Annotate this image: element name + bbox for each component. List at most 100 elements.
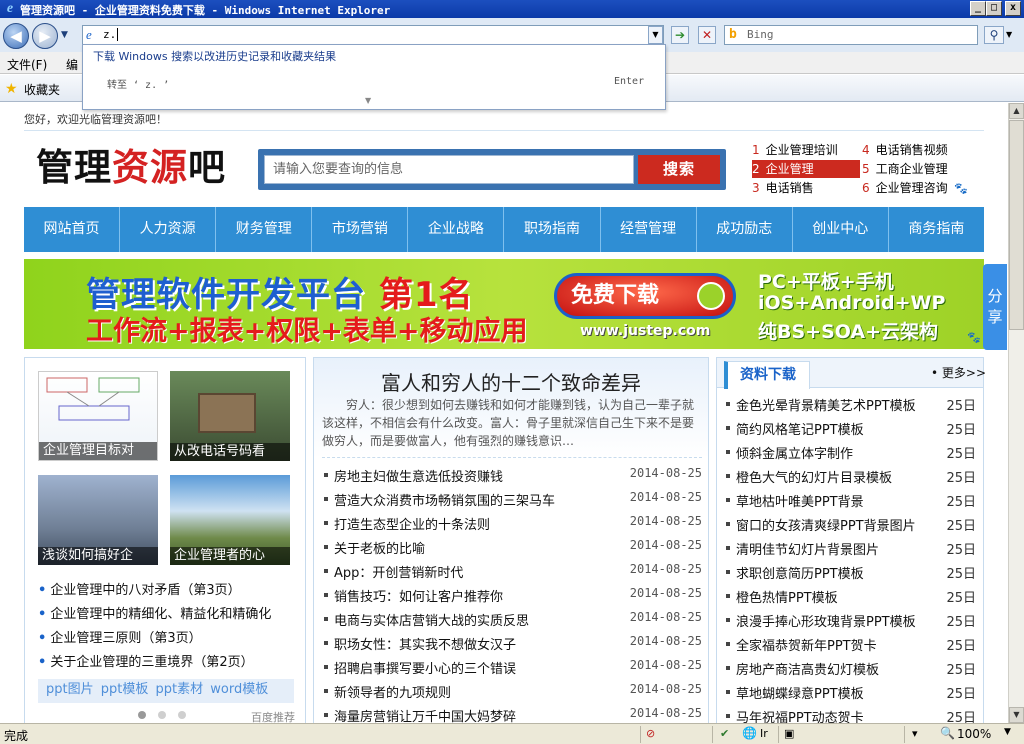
list-item[interactable]: • 关于企业管理的三重境界（第2页） bbox=[38, 651, 254, 670]
go-button[interactable]: ➔ bbox=[671, 26, 689, 44]
forward-button[interactable]: ▶ bbox=[32, 23, 58, 49]
hot-search-item[interactable]: 5 工商企业管理 bbox=[862, 160, 948, 178]
share-button[interactable]: 分享 bbox=[983, 264, 1007, 350]
article-row[interactable]: 销售技巧：如何让客户推荐你 2014-08-25 bbox=[322, 586, 702, 605]
feature-title[interactable]: 富人和穷人的十二个致命差异 bbox=[314, 367, 708, 396]
thumb-card[interactable]: 企业管理者的心 bbox=[170, 475, 290, 565]
zoom-options-icon[interactable]: ▾ bbox=[912, 727, 918, 740]
article-row[interactable]: 营造大众消费市场畅销氛围的三架马车 2014-08-25 bbox=[322, 490, 702, 509]
nav-operations[interactable]: 经营管理 bbox=[601, 207, 697, 252]
download-row[interactable]: 求职创意简历PPT模板 25日 bbox=[724, 563, 976, 582]
article-row[interactable]: 打造生态型企业的十条法则 2014-08-25 bbox=[322, 514, 702, 533]
site-search-button[interactable]: 搜索 bbox=[638, 155, 720, 184]
search-options-icon[interactable]: ▼ bbox=[1006, 30, 1012, 39]
article-row[interactable]: 电商与实体店营销大战的实质反思 2014-08-25 bbox=[322, 610, 702, 629]
more-link[interactable]: • 更多>> bbox=[931, 364, 986, 381]
site-logo[interactable]: 管理资源吧 bbox=[36, 146, 226, 190]
nav-strategy[interactable]: 企业战略 bbox=[408, 207, 505, 252]
nav-business[interactable]: 商务指南 bbox=[889, 207, 984, 252]
protected-mode-icon[interactable]: ▣ bbox=[784, 727, 794, 740]
download-row[interactable]: 金色光晕背景精美艺术PPT模板 25日 bbox=[724, 395, 976, 414]
favorites-star-icon[interactable]: ★ bbox=[5, 81, 18, 97]
nav-hr[interactable]: 人力资源 bbox=[120, 207, 217, 252]
tag-link[interactable]: ppt模板 bbox=[101, 682, 149, 697]
carousel-dot[interactable] bbox=[158, 711, 166, 719]
carousel-dot[interactable] bbox=[178, 711, 186, 719]
nav-marketing[interactable]: 市场营销 bbox=[312, 207, 409, 252]
download-row[interactable]: 橙色热情PPT模板 25日 bbox=[724, 587, 976, 606]
article-row[interactable]: App：开创营销新时代 2014-08-25 bbox=[322, 562, 702, 581]
download-row[interactable]: 房地产商洁高贵幻灯模板 25日 bbox=[724, 659, 976, 678]
nav-startup[interactable]: 创业中心 bbox=[793, 207, 889, 252]
nav-career[interactable]: 职场指南 bbox=[504, 207, 601, 252]
download-row[interactable]: 简约风格笔记PPT模板 25日 bbox=[724, 419, 976, 438]
search-box[interactable]: b Bing bbox=[724, 25, 978, 45]
banner-feature-2: iOS+Android+WP bbox=[758, 292, 946, 314]
thumb-card[interactable]: 浅谈如何搞好企 bbox=[38, 475, 158, 565]
popup-blocked-icon[interactable]: ⊘ bbox=[646, 727, 655, 740]
article-row[interactable]: 新领导者的九项规则 2014-08-25 bbox=[322, 682, 702, 701]
download-row[interactable]: 草地蝴蝶绿意PPT模板 25日 bbox=[724, 683, 976, 702]
download-row[interactable]: 全家福恭贺新年PPT贺卡 25日 bbox=[724, 635, 976, 654]
ad-banner[interactable]: 管理软件开发平台 第1名 工作流+报表+权限+表单+移动应用 免费下载 www.… bbox=[24, 259, 984, 349]
site-search-input[interactable]: 请输入您要查询的信息 bbox=[264, 155, 634, 184]
nav-finance[interactable]: 财务管理 bbox=[216, 207, 313, 252]
status-bar: 完成 ⊘ ✔ 🌐 Ir ▣ ▾ 🔍 100% ▼ bbox=[0, 723, 1024, 744]
search-button[interactable]: ⚲ bbox=[984, 26, 1004, 44]
tag-link[interactable]: word模板 bbox=[210, 682, 268, 697]
list-item[interactable]: • 企业管理三原则（第3页） bbox=[38, 627, 202, 646]
internet-zone-icon[interactable]: 🌐 bbox=[742, 726, 757, 740]
tag-link[interactable]: ppt图片 bbox=[46, 682, 94, 697]
scroll-thumb[interactable] bbox=[1009, 120, 1024, 330]
menu-file[interactable]: 文件(F) bbox=[7, 56, 47, 73]
scroll-up-icon[interactable]: ▲ bbox=[1009, 103, 1024, 119]
tag-link[interactable]: ppt素材 bbox=[156, 682, 204, 697]
nav-inspiration[interactable]: 成功励志 bbox=[697, 207, 793, 252]
article-row[interactable]: 招聘启事撰写要小心的三个错误 2014-08-25 bbox=[322, 658, 702, 677]
favorites-label[interactable]: 收藏夹 bbox=[24, 81, 60, 98]
hot-search-item[interactable]: 3 电话销售 bbox=[752, 179, 860, 197]
nav-home[interactable]: 网站首页 bbox=[24, 207, 121, 252]
tab-downloads[interactable]: 资料下载 bbox=[724, 361, 810, 389]
thumb-card[interactable]: 企业管理目标对 bbox=[38, 371, 158, 461]
minimize-button[interactable]: _ bbox=[970, 1, 986, 16]
article-row[interactable]: 房地主妇做生意选低投资赚钱 2014-08-25 bbox=[322, 466, 702, 485]
hot-search-item[interactable]: 6 企业管理咨询 bbox=[862, 179, 948, 197]
download-row[interactable]: 清明佳节幻灯片背景图片 25日 bbox=[724, 539, 976, 558]
hot-search-item[interactable]: 4 电话销售视频 bbox=[862, 141, 948, 159]
zoom-dropdown-icon[interactable]: ▼ bbox=[1004, 727, 1011, 737]
list-item[interactable]: • 企业管理中的精细化、精益化和精确化 bbox=[38, 603, 271, 622]
hot-search-item[interactable]: 1 企业管理培训 bbox=[752, 141, 860, 159]
paw-icon[interactable]: 🐾 bbox=[954, 182, 968, 195]
address-value: z. bbox=[103, 28, 117, 41]
hot-search-item-selected[interactable]: 2 企业管理 bbox=[752, 160, 860, 178]
window-title-bar[interactable]: e 管理资源吧 - 企业管理资料免费下载 - Windows Internet … bbox=[0, 0, 1024, 18]
scroll-down-icon[interactable]: ▼ bbox=[1009, 707, 1024, 723]
address-bar[interactable]: e z. bbox=[82, 25, 664, 45]
history-dropdown-icon[interactable]: ▼ bbox=[61, 30, 68, 40]
maximize-button[interactable]: □ bbox=[986, 1, 1002, 16]
download-row[interactable]: 窗口的女孩清爽绿PPT背景图片 25日 bbox=[724, 515, 976, 534]
download-row[interactable]: 橙色大气的幻灯片目录模板 25日 bbox=[724, 467, 976, 486]
goto-suggestion[interactable]: 转至 ‘ z. ’ bbox=[107, 76, 169, 91]
list-item[interactable]: • 企业管理中的八对矛盾（第3页） bbox=[38, 579, 241, 598]
article-row[interactable]: 关于老板的比喻 2014-08-25 bbox=[322, 538, 702, 557]
carousel-dot[interactable] bbox=[138, 711, 146, 719]
download-row[interactable]: 倾斜金属立体字制作 25日 bbox=[724, 443, 976, 462]
vertical-scrollbar[interactable]: ▲ ▼ bbox=[1008, 103, 1024, 723]
stop-button[interactable]: ✕ bbox=[698, 26, 716, 44]
article-row[interactable]: 职场女性：其实我不想做女汉子 2014-08-25 bbox=[322, 634, 702, 653]
address-dropdown-button[interactable]: ▼ bbox=[648, 26, 663, 44]
zoom-level[interactable]: 100% bbox=[957, 727, 991, 741]
expand-chevron-icon[interactable]: ▼ bbox=[365, 96, 371, 105]
download-row[interactable]: 草地枯叶唯美PPT背景 25日 bbox=[724, 491, 976, 510]
article-row[interactable]: 海量房营销让万千中国大妈梦碎 2014-08-25 bbox=[322, 706, 702, 725]
banner-download-button[interactable]: 免费下载 bbox=[554, 273, 736, 319]
download-row[interactable]: 浪漫手捧心形玫瑰背景PPT模板 25日 bbox=[724, 611, 976, 630]
back-button[interactable]: ◀ bbox=[3, 23, 29, 49]
thumb-card[interactable]: 从改电话号码看 bbox=[170, 371, 290, 461]
security-icon[interactable]: ✔ bbox=[720, 727, 729, 740]
windows-search-hint-link[interactable]: 下载 Windows 搜索以改进历史记录和收藏夹结果 bbox=[93, 48, 336, 64]
close-button[interactable]: x bbox=[1005, 1, 1021, 16]
menu-edit[interactable]: 编 bbox=[66, 56, 78, 73]
